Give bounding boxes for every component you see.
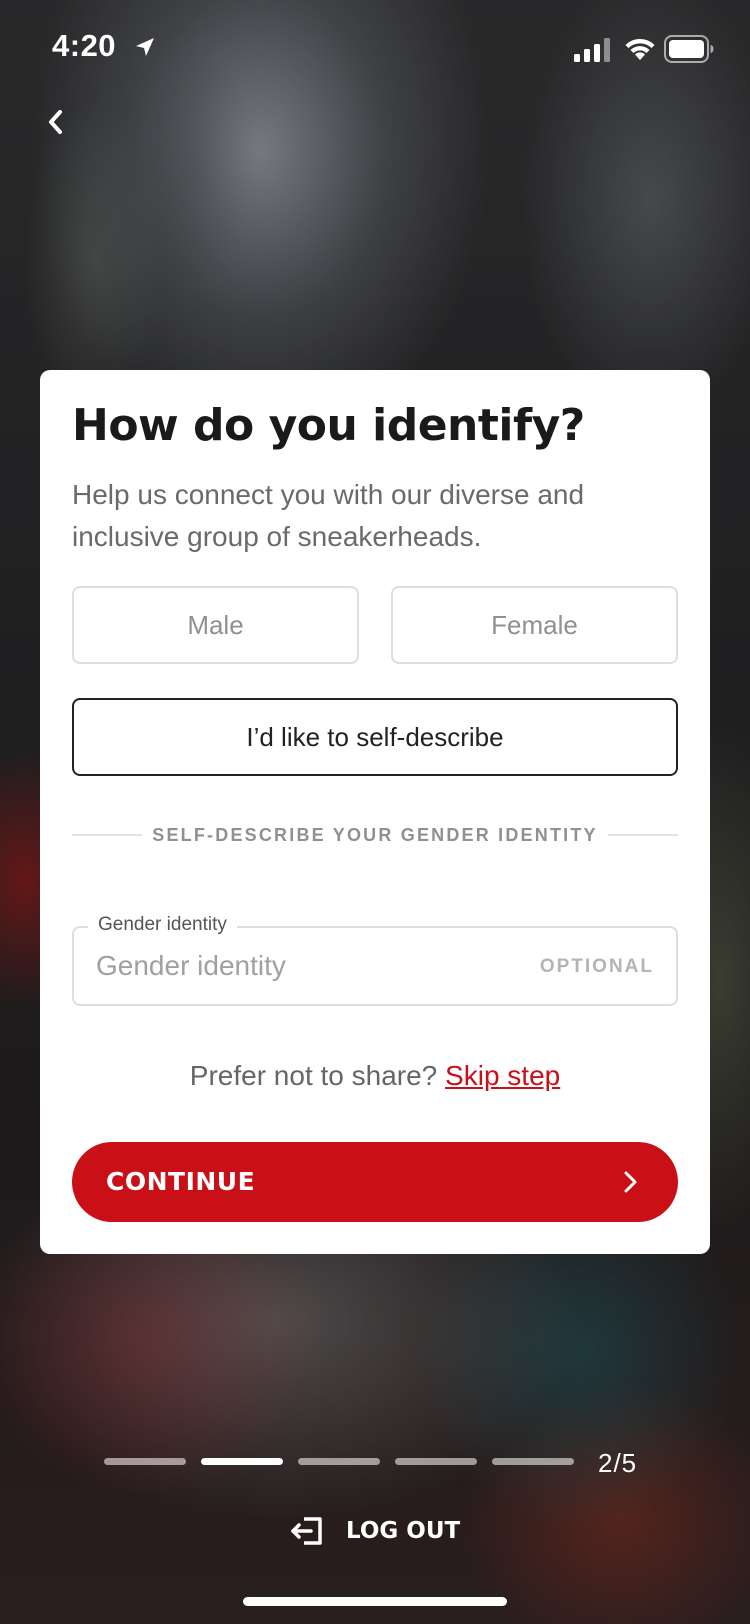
progress-step-1 (104, 1458, 186, 1465)
battery-icon (664, 35, 714, 63)
continue-label: CONTINUE (106, 1167, 256, 1196)
progress-step-5 (492, 1458, 574, 1465)
progress-step-3 (298, 1458, 380, 1465)
female-option-button[interactable]: Female (391, 586, 678, 664)
progress-step-2 (201, 1458, 283, 1465)
skip-row: Prefer not to share? Skip step (40, 1060, 710, 1092)
divider-line-right (607, 834, 679, 836)
self-describe-option-button[interactable]: I’d like to self-describe (72, 698, 678, 776)
page-title: How do you identify? (72, 400, 585, 451)
progress-step-4 (395, 1458, 477, 1465)
status-bar: 4:20 (0, 0, 750, 96)
home-indicator (243, 1597, 507, 1606)
logout-icon (291, 1517, 322, 1545)
male-option-button[interactable]: Male (72, 586, 359, 664)
logout-button[interactable]: LOG OUT (290, 1512, 470, 1552)
onboarding-screen: 4:20 How do you identify? Help us connec… (0, 0, 750, 1624)
gender-identity-field: Gender identity OPTIONAL (72, 914, 678, 1006)
cellular-signal-icon (574, 38, 610, 62)
progress-count: 2/5 (598, 1448, 638, 1478)
chevron-right-icon (624, 1171, 637, 1193)
optional-tag: OPTIONAL (539, 956, 654, 977)
location-arrow-icon (136, 38, 154, 56)
chevron-left-icon[interactable] (34, 100, 78, 144)
page-subtitle: Help us connect you with our diverse and… (72, 479, 585, 552)
divider-line-left (72, 834, 143, 836)
section-divider: SELF-DESCRIBE YOUR GENDER IDENTITY (72, 820, 679, 850)
gender-identity-label: Gender identity (88, 914, 237, 936)
skip-prompt: Prefer not to share? (189, 1060, 438, 1091)
continue-button[interactable]: CONTINUE (72, 1142, 678, 1222)
gender-identity-input[interactable] (96, 946, 516, 986)
gender-identity-card: How do you identify? Help us connect you… (40, 370, 710, 1254)
status-time: 4:20 (52, 28, 117, 63)
skip-step-link[interactable]: Skip step (445, 1060, 560, 1091)
wifi-icon (625, 38, 655, 60)
divider-label: SELF-DESCRIBE YOUR GENDER IDENTITY (152, 824, 598, 845)
logout-label: LOG OUT (346, 1518, 461, 1544)
